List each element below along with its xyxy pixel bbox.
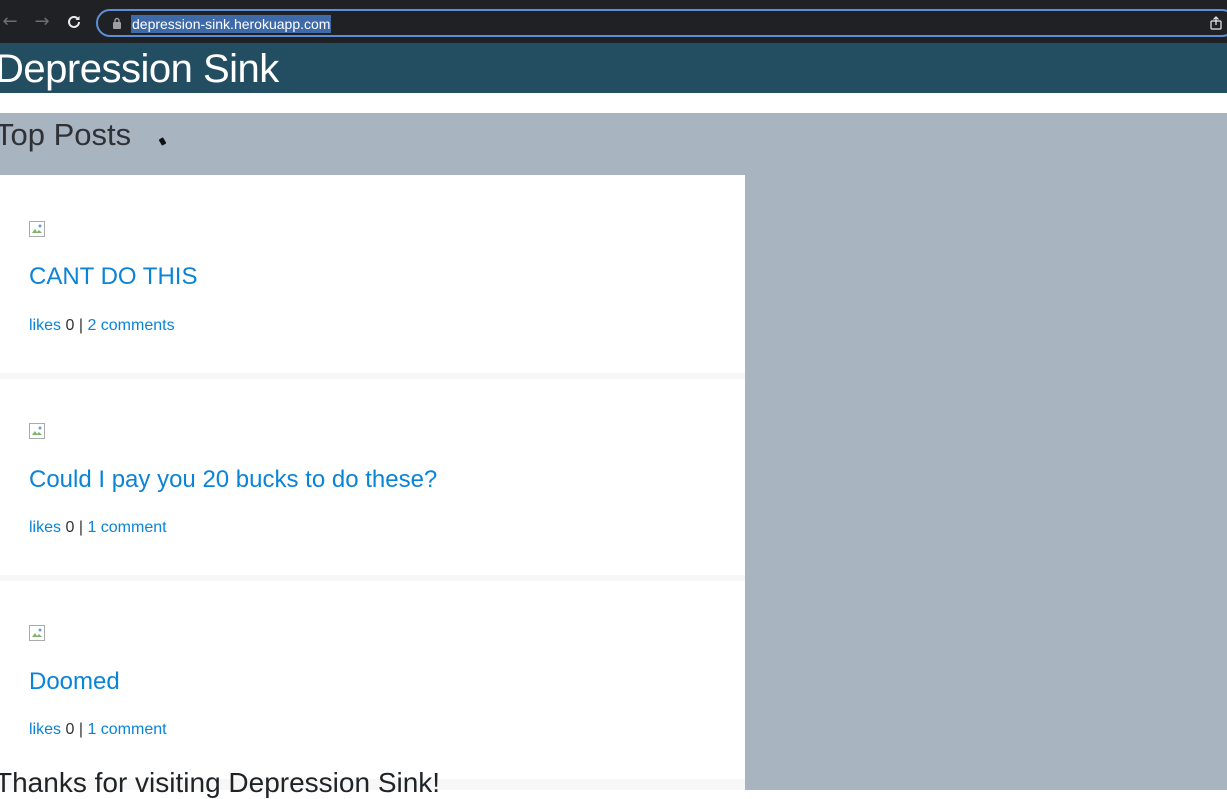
share-icon[interactable] — [1210, 16, 1222, 30]
reload-icon — [68, 15, 80, 28]
site-title[interactable]: Depression Sink — [0, 47, 279, 92]
comments-link[interactable]: 2 comments — [87, 317, 174, 334]
main-content: Top Posts CANT DO THIS likes 0 | 2 comme… — [0, 113, 1227, 798]
post-card: Doomed likes 0 | 1 comment — [0, 581, 745, 779]
likes-count: 0 — [65, 721, 75, 738]
footer-message: Thanks for visiting Depression Sink! — [0, 767, 441, 798]
broken-image-icon — [29, 423, 45, 439]
back-button[interactable]: ← — [0, 12, 20, 32]
post-card: CANT DO THIS likes 0 | 2 comments — [0, 175, 745, 373]
post-title-link[interactable]: Could I pay you 20 bucks to do these? — [29, 466, 437, 494]
post-meta: likes 0 | 1 comment — [29, 519, 167, 537]
likes-count: 0 — [65, 519, 75, 536]
url-text[interactable]: depression-sink.herokuapp.com — [131, 15, 332, 33]
reload-button[interactable] — [64, 12, 84, 32]
likes-link[interactable]: likes — [29, 519, 61, 536]
likes-link[interactable]: likes — [29, 317, 61, 334]
lock-icon — [113, 17, 121, 29]
posts-list: CANT DO THIS likes 0 | 2 comments Could … — [0, 175, 745, 798]
address-bar[interactable]: depression-sink.herokuapp.com — [96, 9, 1227, 37]
meta-separator: | — [78, 317, 83, 334]
comments-link[interactable]: 1 comment — [87, 519, 166, 536]
browser-toolbar: ← → depression-sink.herokuapp.com — [0, 0, 1227, 43]
post-title-link[interactable]: CANT DO THIS — [29, 263, 197, 291]
header-spacer — [0, 93, 1227, 113]
likes-link[interactable]: likes — [29, 721, 61, 738]
meta-separator: | — [78, 519, 83, 536]
post-meta: likes 0 | 1 comment — [29, 721, 167, 739]
forward-button[interactable]: → — [32, 12, 52, 32]
post-card: Could I pay you 20 bucks to do these? li… — [0, 379, 745, 575]
mouse-cursor — [158, 137, 167, 146]
comments-link[interactable]: 1 comment — [87, 721, 166, 738]
post-title-link[interactable]: Doomed — [29, 668, 120, 696]
likes-count: 0 — [65, 317, 75, 334]
post-meta: likes 0 | 2 comments — [29, 317, 175, 335]
site-header: Depression Sink — [0, 43, 1227, 93]
broken-image-icon — [29, 625, 45, 641]
section-title: Top Posts — [0, 117, 132, 152]
broken-image-icon — [29, 221, 45, 237]
meta-separator: | — [78, 721, 83, 738]
